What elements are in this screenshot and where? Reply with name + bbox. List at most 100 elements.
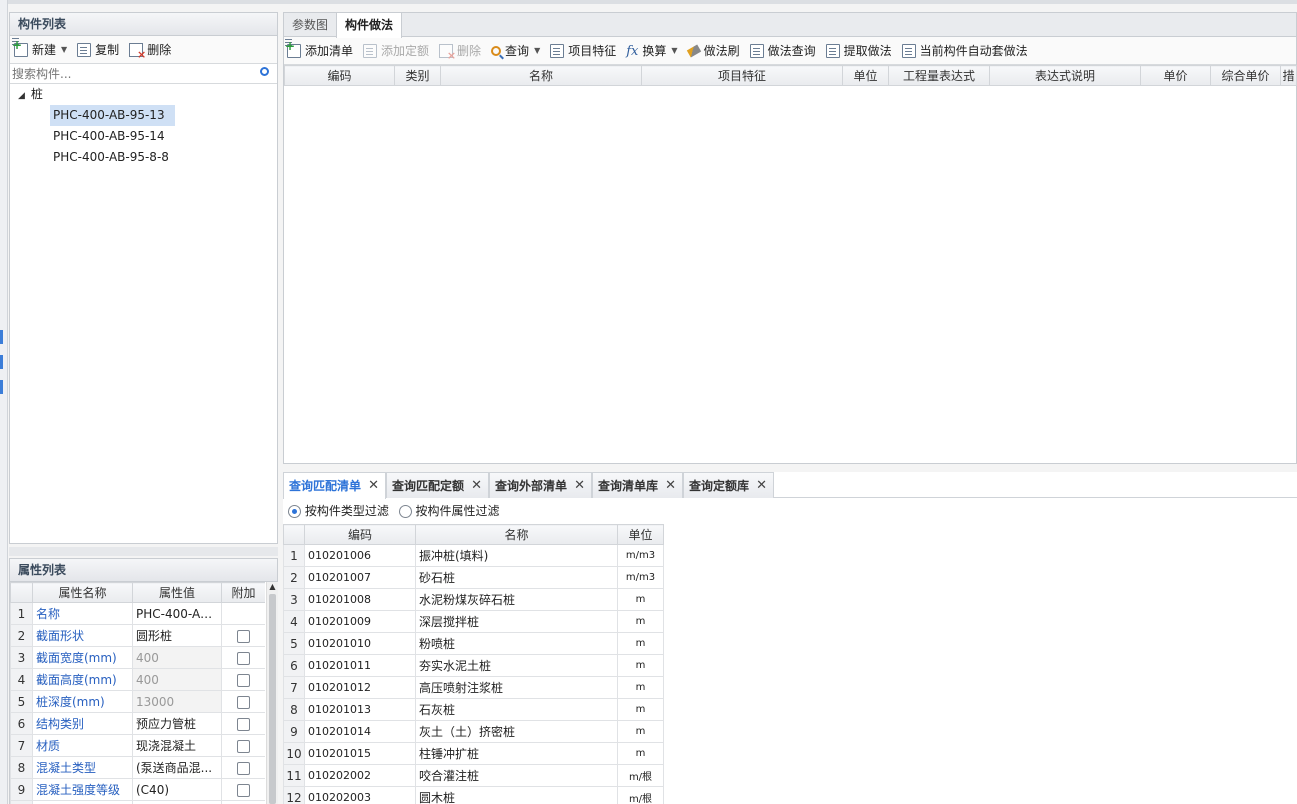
column-header[interactable]: 单位: [842, 65, 889, 86]
addable-checkbox[interactable]: [237, 629, 250, 643]
tab-query-quota-library[interactable]: 查询定额库 ✕: [683, 472, 774, 498]
property-value[interactable]: (C40): [132, 778, 222, 801]
property-row[interactable]: 9 混凝土强度等级 (C40): [10, 778, 265, 801]
property-row[interactable]: 4 截面高度(mm) 400: [10, 668, 265, 691]
property-value[interactable]: (无): [132, 800, 222, 804]
column-header[interactable]: 属性名称: [32, 582, 133, 603]
property-row[interactable]: 10混凝土外加剂(无): [10, 800, 265, 804]
column-header[interactable]: 类别: [394, 65, 441, 86]
delete-method-button[interactable]: 删除: [439, 42, 481, 62]
addable-checkbox[interactable]: [237, 673, 250, 687]
addable-checkbox[interactable]: [237, 651, 250, 665]
column-header[interactable]: 属性值: [132, 582, 222, 603]
column-header[interactable]: 表达式说明: [989, 65, 1141, 86]
match-row[interactable]: 1 010201006 振冲桩(填料) m/m3: [283, 544, 664, 567]
property-value[interactable]: (泵送商品混...: [132, 756, 222, 779]
property-row[interactable]: 8 混凝土类型 (泵送商品混...: [10, 756, 265, 779]
radio-checked-icon[interactable]: [288, 505, 301, 518]
column-header[interactable]: 单价: [1140, 65, 1211, 86]
addable-checkbox[interactable]: [237, 783, 250, 797]
method-query-button[interactable]: 做法查询: [749, 42, 816, 59]
chevron-down-icon[interactable]: ▼: [534, 46, 540, 55]
column-header[interactable]: 单位: [617, 524, 664, 545]
property-value[interactable]: 400: [132, 668, 222, 691]
property-value[interactable]: PHC-400-AB...: [132, 602, 222, 625]
add-list-button[interactable]: 添加清单: [285, 38, 353, 59]
property-value[interactable]: 13000: [132, 690, 222, 713]
close-icon[interactable]: ✕: [756, 473, 767, 499]
property-row[interactable]: 7 材质 现浇混凝土: [10, 734, 265, 757]
addable-checkbox[interactable]: [237, 739, 250, 753]
addable-checkbox[interactable]: [237, 695, 250, 709]
tab-query-list-library[interactable]: 查询清单库 ✕: [592, 472, 683, 498]
panel-splitter[interactable]: [9, 547, 278, 556]
column-header[interactable]: 名称: [440, 65, 642, 86]
component-search-input[interactable]: [10, 64, 250, 83]
collapse-triangle-icon[interactable]: ◢: [18, 91, 25, 101]
tab-query-matching-quota[interactable]: 查询匹配定额 ✕: [386, 472, 489, 498]
tree-item[interactable]: PHC-400-AB-95-8-8: [50, 147, 169, 168]
close-icon[interactable]: ✕: [665, 473, 676, 499]
property-value[interactable]: 现浇混凝土: [132, 734, 222, 757]
match-row[interactable]: 10 010201015 柱锤冲扩桩 m: [283, 742, 664, 765]
item-feature-button[interactable]: 项目特征: [550, 42, 616, 59]
close-icon[interactable]: ✕: [574, 473, 585, 499]
tab-component-method[interactable]: 构件做法: [336, 13, 403, 38]
close-icon[interactable]: ✕: [368, 473, 379, 499]
scroll-up-arrow-icon[interactable]: ▲: [267, 582, 278, 592]
property-value[interactable]: 400: [132, 646, 222, 669]
method-brush-button[interactable]: 做法刷: [686, 42, 740, 59]
column-header[interactable]: 编码: [284, 65, 395, 86]
match-row[interactable]: 2 010201007 砂石桩 m/m3: [283, 566, 664, 589]
property-scrollbar[interactable]: ▲: [266, 582, 278, 804]
tab-query-matching-list[interactable]: 查询匹配清单 ✕: [283, 472, 386, 499]
scroll-thumb[interactable]: [269, 594, 276, 804]
match-row[interactable]: 4 010201009 深层搅拌桩 m: [283, 610, 664, 633]
tab-query-external-list[interactable]: 查询外部清单 ✕: [489, 472, 592, 498]
column-header[interactable]: 措: [1280, 65, 1297, 86]
property-row[interactable]: 3 截面宽度(mm) 400: [10, 646, 265, 669]
tree-node-pile[interactable]: ◢ 桩: [18, 84, 43, 105]
match-row[interactable]: 8 010201013 石灰桩 m: [283, 698, 664, 721]
tree-item[interactable]: PHC-400-AB-95-14: [50, 126, 165, 147]
column-header[interactable]: 综合单价: [1210, 65, 1281, 86]
copy-component-button[interactable]: 复制: [77, 41, 119, 58]
match-row[interactable]: 3 010201008 水泥粉煤灰碎石桩 m: [283, 588, 664, 611]
match-row[interactable]: 11 010202002 咬合灌注桩 m/根: [283, 764, 664, 787]
filter-by-attribute-radio[interactable]: 按构件属性过滤: [398, 504, 500, 518]
property-row[interactable]: 5 桩深度(mm) 13000: [10, 690, 265, 713]
column-header[interactable]: 附加: [221, 582, 265, 603]
match-row[interactable]: 6 010201011 夯实水泥土桩 m: [283, 654, 664, 677]
column-header[interactable]: 项目特征: [641, 65, 843, 86]
convert-button[interactable]: fx 换算 ▼: [626, 42, 677, 59]
column-header[interactable]: 名称: [415, 524, 618, 545]
add-quota-button[interactable]: 添加定额: [363, 42, 429, 59]
property-value[interactable]: 圆形桩: [132, 624, 222, 647]
property-row[interactable]: 6 结构类别 预应力管桩: [10, 712, 265, 735]
match-row[interactable]: 7 010201012 高压喷射注浆桩 m: [283, 676, 664, 699]
filter-by-type-radio[interactable]: 按构件类型过滤: [288, 504, 389, 518]
chevron-down-icon[interactable]: ▼: [61, 45, 67, 54]
column-header[interactable]: 工程量表达式: [888, 65, 990, 86]
addable-checkbox[interactable]: [237, 761, 250, 775]
tab-parameter-diagram[interactable]: 参数图: [284, 13, 336, 37]
auto-apply-method-button[interactable]: 当前构件自动套做法: [901, 42, 1028, 59]
search-icon[interactable]: [260, 67, 269, 76]
new-component-button[interactable]: 新建 ▼: [12, 37, 67, 58]
property-row[interactable]: 2 截面形状 圆形桩: [10, 624, 265, 647]
tree-item-selected[interactable]: PHC-400-AB-95-13: [50, 105, 175, 126]
extract-method-button[interactable]: 提取做法: [825, 42, 892, 59]
query-button[interactable]: 查询 ▼: [491, 42, 540, 59]
match-row[interactable]: 5 010201010 粉喷桩 m: [283, 632, 664, 655]
left-dock-strip[interactable]: [0, 0, 8, 804]
addable-checkbox[interactable]: [237, 717, 250, 731]
match-row[interactable]: 12 010202003 圆木桩 m/根: [283, 786, 664, 804]
column-header[interactable]: 编码: [304, 524, 416, 545]
radio-unchecked-icon[interactable]: [398, 505, 412, 518]
chevron-down-icon[interactable]: ▼: [671, 46, 677, 55]
close-icon[interactable]: ✕: [471, 473, 482, 499]
match-row[interactable]: 9 010201014 灰土（土）挤密桩 m: [283, 720, 664, 743]
delete-component-button[interactable]: 删除: [129, 41, 171, 61]
property-row[interactable]: 1 名称 PHC-400-AB...: [10, 602, 265, 625]
property-value[interactable]: 预应力管桩: [132, 712, 222, 735]
